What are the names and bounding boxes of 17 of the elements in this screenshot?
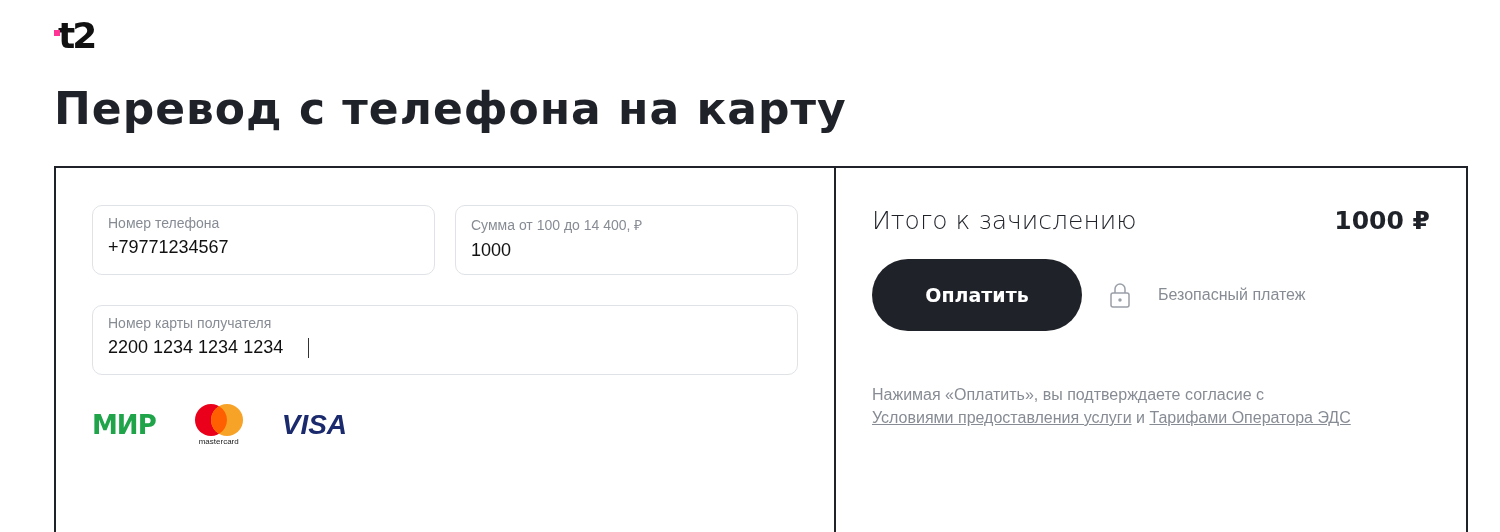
pay-button[interactable]: Оплатить: [872, 259, 1082, 331]
consent-text: Нажимая «Оплатить», вы подтверждаете согласие с Условиями предоставления услуги и Тарифами Оператора ЭДС: [872, 385, 1352, 428]
field-label: Номер карты получателя: [108, 315, 273, 331]
field-label: Номер телефона: [108, 215, 221, 231]
page-title: Перевод с телефона на карту: [54, 82, 848, 136]
visa-logo: VISA: [281, 408, 348, 441]
total-label: Итого к зачислению: [872, 206, 1137, 235]
phone-input[interactable]: +79771234567: [108, 237, 235, 258]
brand-logo[interactable]: t2: [54, 18, 95, 54]
lock-icon: [1110, 282, 1130, 308]
mir-logo: МИР: [92, 409, 156, 440]
secure-payment-note: Безопасный платеж: [1158, 286, 1306, 304]
mastercard-logo: mastercard: [191, 403, 246, 446]
total-amount: 1000 ₽: [1334, 206, 1430, 235]
field-label: Сумма от 100 до 14 400, ₽: [471, 216, 644, 234]
amount-input[interactable]: 1000: [471, 240, 517, 261]
card-number-input[interactable]: 2200 1234 1234 1234: [108, 337, 305, 358]
